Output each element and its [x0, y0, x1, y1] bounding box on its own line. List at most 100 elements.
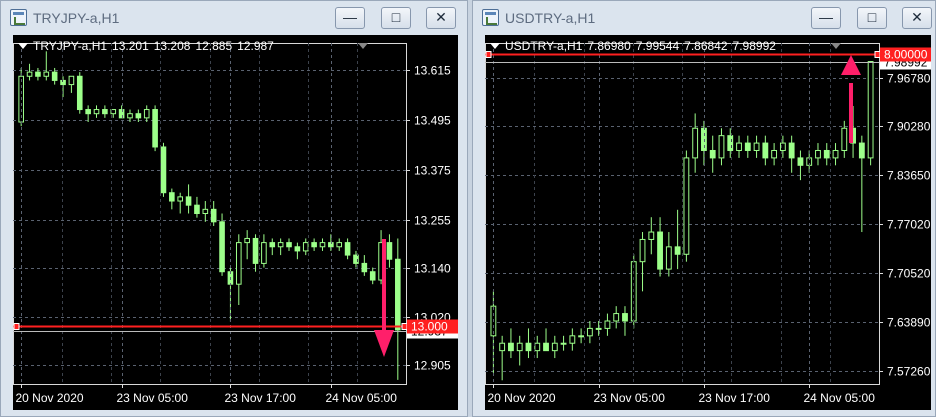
candle-body-bear	[194, 204, 200, 214]
candle-body-bear	[51, 71, 58, 81]
close-button[interactable]: ✕	[426, 7, 456, 29]
candlestick	[613, 306, 620, 329]
candlestick	[386, 234, 393, 268]
price-axis-label: 7.83650	[887, 169, 931, 183]
candle-body-bull	[26, 71, 33, 77]
candle-body-bull	[771, 149, 778, 159]
candle-body-bull	[177, 196, 184, 202]
candlestick	[235, 234, 242, 305]
candlestick	[210, 201, 217, 226]
candlestick	[68, 75, 75, 93]
dropdown-triangle-icon[interactable]	[490, 43, 500, 49]
candle-body-bear	[744, 142, 751, 151]
chart-window-usdtry[interactable]: USDTRY-a,H1 — □ ✕ USDTRY-a,H1 7.86980 7.99…	[472, 0, 936, 417]
candle-body-bear	[657, 231, 663, 270]
minimize-button[interactable]: —	[811, 7, 841, 29]
price-axis-label: 13.375	[414, 164, 451, 178]
candle-body-bull	[43, 71, 50, 77]
candle-body-bull	[68, 75, 75, 86]
candle-body-bull	[604, 320, 611, 329]
candlestick	[815, 143, 821, 166]
candlestick	[595, 320, 602, 336]
chart-shift-icon	[831, 43, 841, 49]
price-chart[interactable]: USDTRY-a,H1 7.86980 7.99544 7.86842 7.98992 …	[485, 35, 931, 410]
level-line-handle	[874, 51, 881, 58]
candle-body-bull	[235, 242, 242, 285]
level-line-handle	[401, 323, 408, 330]
candle-body-bear	[210, 208, 217, 223]
candle-body-bull	[841, 127, 848, 151]
candlestick	[118, 105, 125, 119]
candle-body-bull	[815, 149, 821, 159]
candle-body-bear	[35, 71, 41, 77]
chart-canvas: 7.96780 7.90280 7.83650 7.77020 7.70520 7.638…	[485, 43, 931, 405]
symbol-label: USDTRY-a,H1	[505, 39, 583, 53]
candlestick	[578, 328, 585, 344]
candlestick	[499, 335, 506, 381]
title-bar[interactable]: TRYJPY-a,H1 — □ ✕	[1, 1, 467, 35]
candlestick	[177, 192, 184, 214]
candle-body-bear	[369, 271, 376, 281]
candle-body-bear	[525, 342, 532, 352]
candlestick	[516, 335, 523, 366]
candle-body-bear	[709, 149, 716, 159]
candle-body-bear	[797, 157, 804, 166]
candlestick	[718, 128, 725, 166]
time-axis-label: 23 Nov 17:00	[225, 391, 297, 405]
candle-body-bull	[143, 109, 150, 119]
candle-body-bull	[336, 242, 343, 248]
candle-body-bear	[219, 221, 225, 273]
price-axis-label: 13.615	[414, 64, 451, 78]
candle-body-bull	[261, 242, 267, 264]
time-axis-label: 23 Nov 05:00	[594, 391, 666, 405]
level-line-handle	[13, 323, 20, 330]
price-axis-label: 7.63890	[887, 316, 931, 330]
candlestick	[252, 234, 259, 272]
dropdown-triangle-icon[interactable]	[18, 43, 28, 49]
candlestick	[194, 196, 200, 218]
maximize-button[interactable]: □	[857, 7, 887, 29]
down-arrow-icon-head	[374, 330, 394, 357]
candle-body-bear	[395, 258, 401, 331]
candlestick	[395, 238, 401, 380]
candlestick	[771, 143, 778, 166]
candle-body-bear	[294, 246, 301, 252]
candlestick	[369, 267, 376, 285]
close-button[interactable]: ✕	[902, 7, 932, 29]
candle-body-bull	[832, 149, 839, 159]
candlestick	[277, 238, 284, 256]
chart-window-trjpy[interactable]: TRYJPY-a,H1 — □ ✕ TRYJPY-a,H1 13.201 13.20…	[0, 0, 468, 417]
minimize-button[interactable]: —	[335, 7, 365, 29]
up-arrow-icon-head	[841, 55, 861, 75]
candlestick	[261, 234, 267, 268]
candlestick	[85, 105, 91, 123]
candlestick	[152, 105, 158, 152]
candlestick	[311, 238, 317, 251]
candle-body-bull	[736, 142, 742, 151]
candle-body-bull	[569, 335, 576, 344]
chart-header: TRYJPY-a,H1 13.201 13.208 12.885 12.987	[16, 39, 279, 53]
price-axis-label: 7.70520	[887, 267, 931, 281]
price-axis-label: 13.495	[414, 114, 451, 128]
candle-body-bear	[169, 192, 175, 202]
title-bar[interactable]: USDTRY-a,H1 — □ ✕	[473, 1, 935, 35]
candlestick	[753, 135, 760, 158]
candlestick	[665, 232, 672, 277]
price-chart[interactable]: TRYJPY-a,H1 13.201 13.208 12.885 12.987 13.6…	[13, 35, 458, 410]
candle-body-bull	[578, 335, 585, 338]
candlestick	[219, 213, 225, 276]
chart-header: USDTRY-a,H1 7.86980 7.99544 7.86842 7.98992	[488, 39, 781, 53]
price-axis-label: 7.77020	[887, 218, 931, 232]
close-value: 7.98992	[732, 39, 776, 53]
time-axis-label: 24 Nov 05:00	[804, 391, 876, 405]
candle-body-bear	[386, 242, 393, 260]
level-price-label: 13.000	[411, 320, 448, 334]
candle-body-bull	[560, 342, 567, 345]
candlestick	[788, 135, 795, 173]
candle-body-bull	[302, 242, 309, 252]
window-title: TRYJPY-a,H1	[33, 10, 120, 26]
candlestick	[336, 238, 343, 251]
candlestick	[160, 142, 167, 197]
maximize-button[interactable]: □	[381, 7, 411, 29]
candlestick	[744, 135, 751, 158]
